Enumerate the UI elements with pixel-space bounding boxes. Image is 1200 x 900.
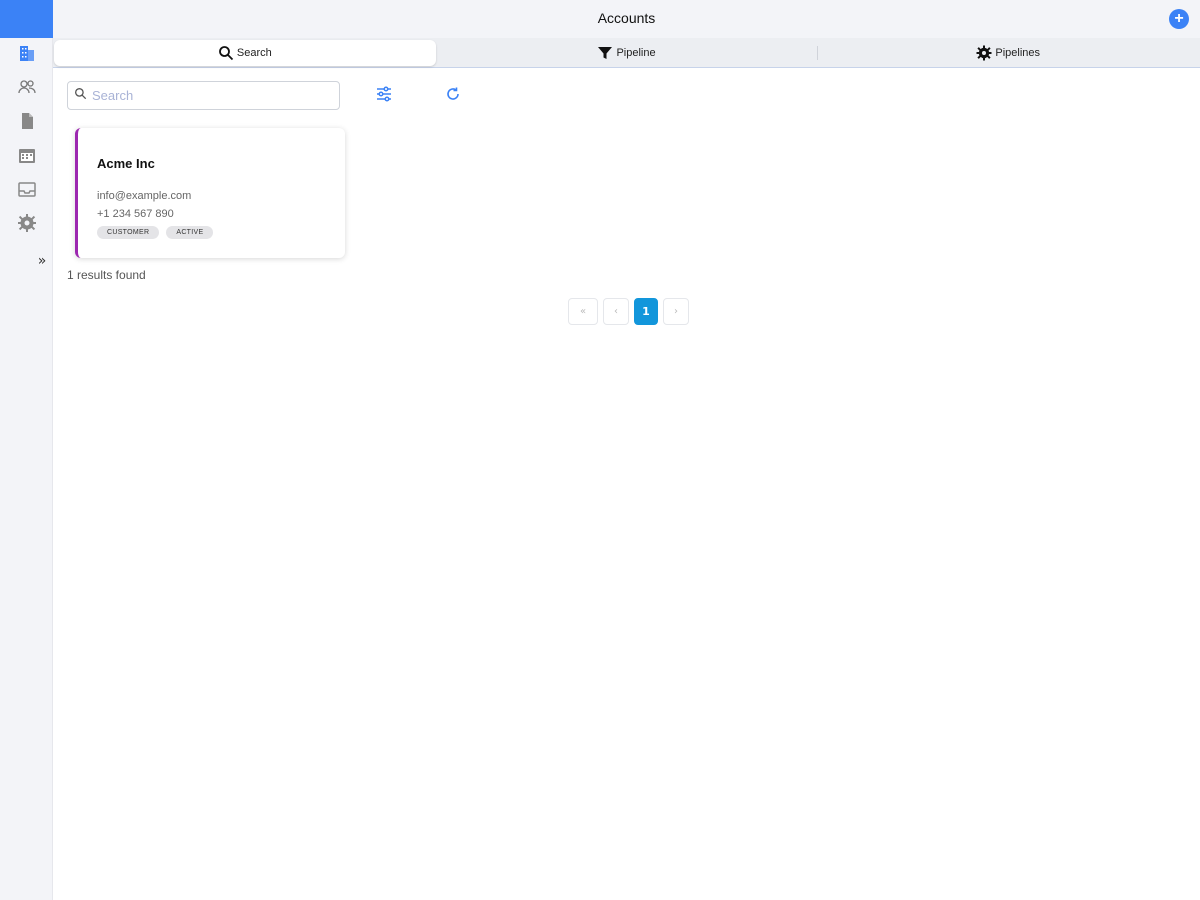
sidebar-item-inbox[interactable] <box>0 176 53 206</box>
prev-page-button[interactable]: ‹ <box>603 298 629 325</box>
inbox-icon <box>17 179 37 204</box>
account-badges: CUSTOMER ACTIVE <box>97 226 214 239</box>
sliders-icon <box>375 85 393 108</box>
sidebar-item-contacts[interactable] <box>0 74 53 104</box>
account-card[interactable]: Acme Inc info@example.com +1 234 567 890… <box>75 128 345 258</box>
search-icon <box>218 45 234 61</box>
sidebar: » <box>0 0 53 900</box>
status-badge: ACTIVE <box>166 226 214 239</box>
tab-bar: Search Pipeline Pipelines <box>53 38 1200 68</box>
tab-pipeline-label: Pipeline <box>616 46 656 59</box>
results-count: 1 results found <box>67 268 146 282</box>
page-button-current[interactable]: 1 <box>634 298 658 325</box>
sidebar-item-documents[interactable] <box>0 108 53 138</box>
page-title: Accounts <box>597 10 656 26</box>
search-input[interactable] <box>92 88 322 103</box>
document-icon <box>17 111 37 136</box>
gear-icon <box>17 213 37 238</box>
gear-icon <box>976 45 992 61</box>
pagination: « ‹ 1 › <box>568 298 689 325</box>
first-page-button[interactable]: « <box>568 298 598 325</box>
add-account-button[interactable]: + <box>1169 9 1189 29</box>
tab-search[interactable]: Search <box>54 39 436 66</box>
users-icon <box>17 77 37 102</box>
next-page-button[interactable]: › <box>663 298 689 325</box>
calendar-icon <box>17 145 37 170</box>
account-name: Acme Inc <box>97 156 155 171</box>
tab-pipelines[interactable]: Pipelines <box>817 40 1199 66</box>
search-icon <box>74 87 92 105</box>
filter-icon <box>597 45 613 61</box>
header: Accounts + <box>53 0 1200 38</box>
filter-settings-button[interactable] <box>373 85 395 107</box>
account-email: info@example.com <box>97 190 192 202</box>
tab-pipelines-label: Pipelines <box>995 46 1040 59</box>
refresh-icon <box>444 85 462 108</box>
building-icon <box>17 43 37 68</box>
status-badge: CUSTOMER <box>97 226 160 239</box>
search-field[interactable] <box>67 81 340 110</box>
tab-pipeline[interactable]: Pipeline <box>436 40 818 66</box>
tab-search-label: Search <box>236 46 272 59</box>
app-root: » Accounts + Search Pipeline Pipelines S… <box>0 0 1200 900</box>
sidebar-item-calendar[interactable] <box>0 142 53 172</box>
refresh-button[interactable] <box>442 85 464 107</box>
sidebar-brand <box>0 0 53 38</box>
sidebar-item-accounts[interactable] <box>0 40 53 70</box>
sidebar-item-settings[interactable] <box>0 210 53 240</box>
sidebar-expand-button[interactable]: » <box>34 252 50 270</box>
account-phone: +1 234 567 890 <box>97 208 174 220</box>
